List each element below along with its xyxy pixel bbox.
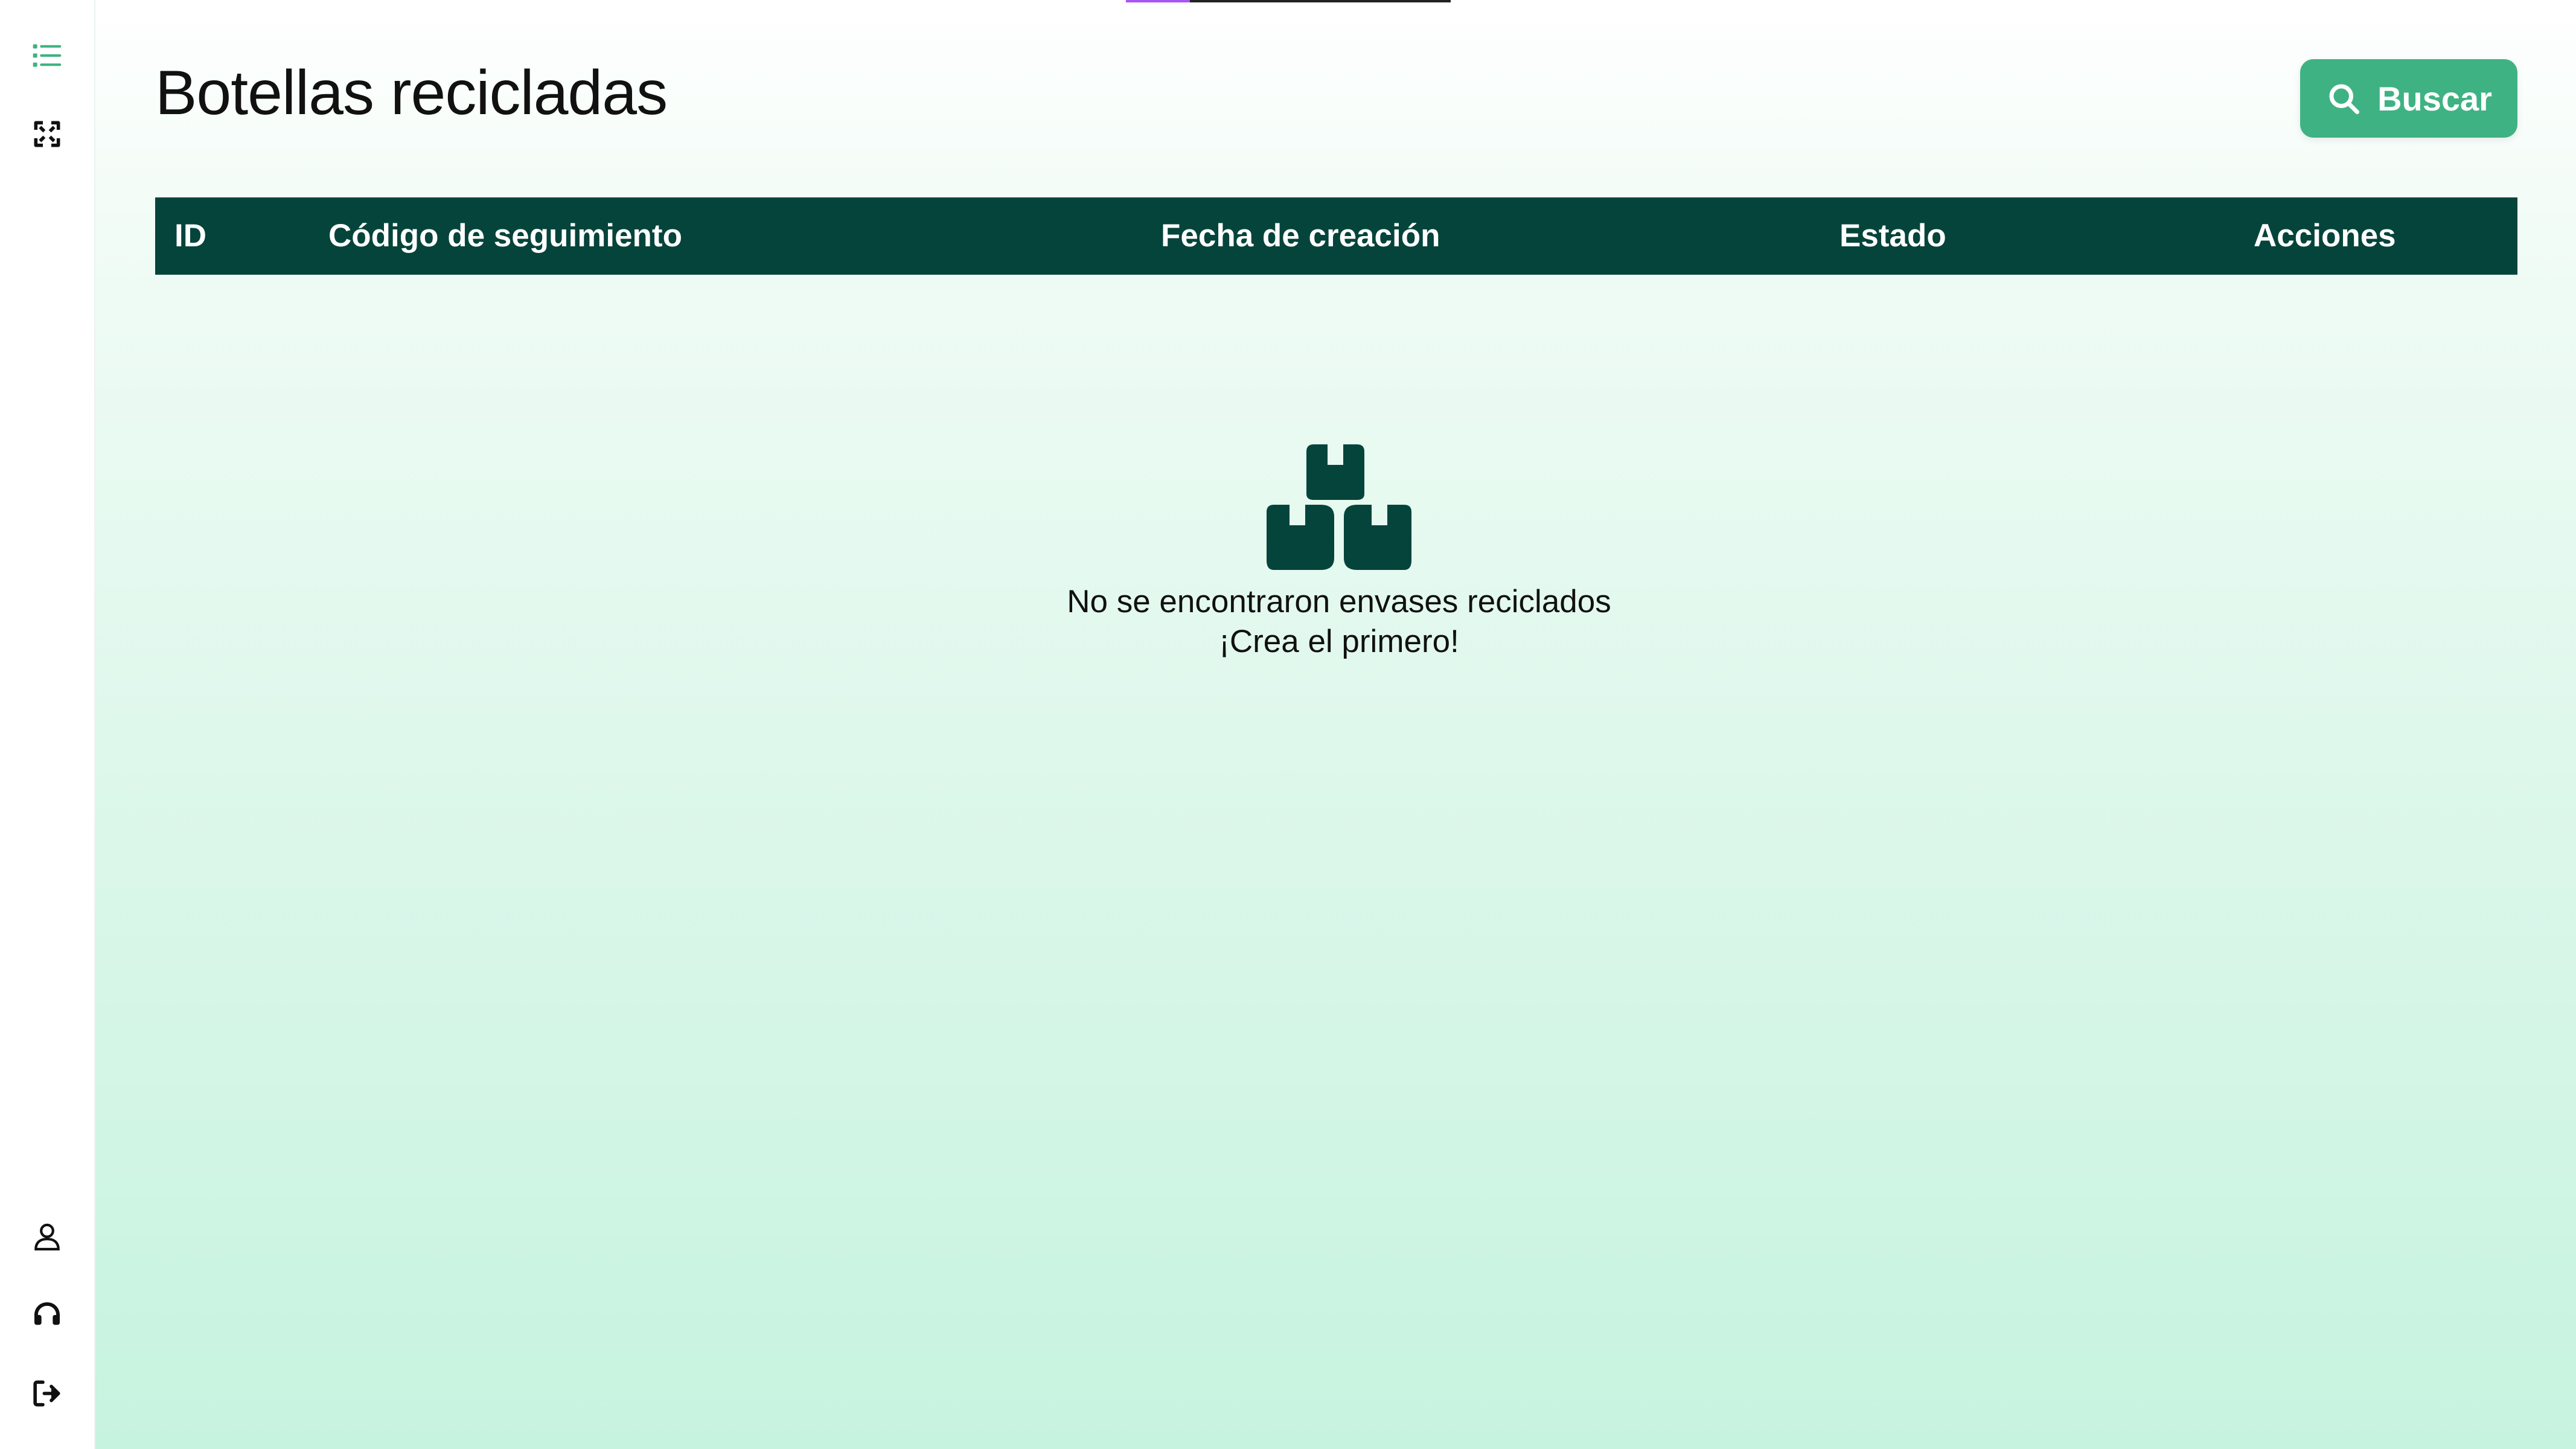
- empty-state-cta: ¡Crea el primero!: [1219, 624, 1459, 659]
- list-icon[interactable]: [25, 34, 69, 77]
- user-icon[interactable]: [25, 1215, 69, 1258]
- column-header-status: Estado: [1839, 218, 1946, 254]
- empty-state: No se encontraron envases reciclados ¡Cr…: [995, 444, 1683, 662]
- column-header-created-date: Fecha de creación: [1161, 218, 1440, 254]
- sidebar: [0, 0, 95, 1449]
- page-title: Botellas recicladas: [155, 58, 668, 128]
- logout-icon[interactable]: [25, 1372, 69, 1415]
- column-header-actions: Acciones: [2254, 218, 2396, 254]
- column-header-tracking-code: Código de seguimiento: [328, 218, 682, 254]
- table-header: ID Código de seguimiento Fecha de creaci…: [155, 197, 2517, 275]
- headset-icon[interactable]: [25, 1293, 69, 1337]
- column-header-id: ID: [174, 218, 206, 254]
- search-icon: [2329, 84, 2360, 114]
- recycle-icon[interactable]: [25, 112, 69, 156]
- search-button[interactable]: Buscar: [2300, 59, 2517, 138]
- boxes-icon: [1267, 444, 1411, 570]
- top-scroll-indicator-active: [1126, 0, 1190, 2]
- empty-state-message: No se encontraron envases reciclados: [1067, 584, 1611, 619]
- top-scroll-indicator: [1126, 0, 1451, 2]
- search-button-label: Buscar: [2377, 79, 2492, 118]
- main-content: Botellas recicladas Buscar ID Código de …: [95, 0, 2576, 1449]
